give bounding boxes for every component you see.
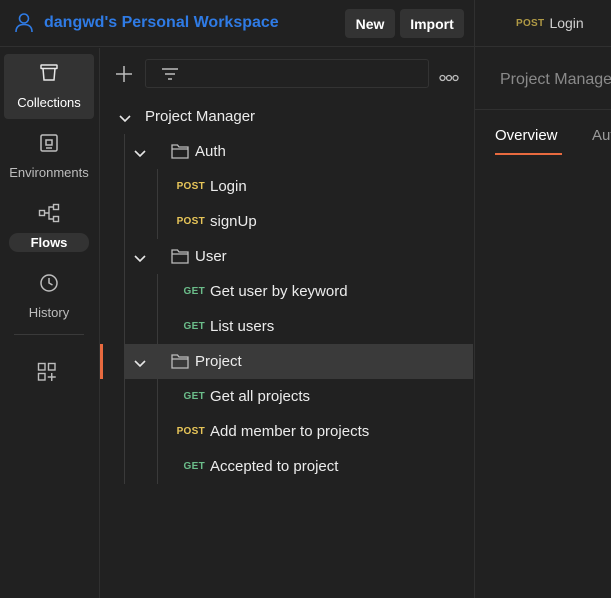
request-tab-method: POST xyxy=(516,17,545,29)
tab-overview[interactable]: Overview xyxy=(495,127,558,144)
chevron-down-icon[interactable] xyxy=(133,251,147,269)
chevron-down-icon[interactable] xyxy=(133,356,147,374)
folder-row-project[interactable]: Project xyxy=(124,344,473,379)
method-badge: POST xyxy=(176,426,205,437)
collection-name: Project Manager xyxy=(145,108,256,125)
rail-label-flows: Flows xyxy=(9,233,89,252)
request-name: Get all projects xyxy=(210,388,311,405)
request-tab-name: Login xyxy=(549,15,584,31)
request-row[interactable]: GET Get user by keyword xyxy=(100,274,474,309)
request-name: Add member to projects xyxy=(210,423,370,440)
request-row[interactable]: POST Login xyxy=(100,169,474,204)
workspace-title[interactable]: dangwd's Personal Workspace xyxy=(44,14,279,32)
rail-label-collections: Collections xyxy=(17,95,81,110)
tab-auth[interactable]: Auth xyxy=(592,127,611,144)
request-row[interactable]: GET Accepted to project xyxy=(100,449,474,484)
more-options-icon[interactable] xyxy=(439,69,459,87)
rail-divider xyxy=(14,334,84,335)
request-name: signUp xyxy=(210,213,257,230)
history-icon xyxy=(39,264,59,298)
method-badge: GET xyxy=(183,286,205,297)
sidebar-rail: Collections Environments Flows History xyxy=(0,48,100,598)
request-row[interactable]: POST Add member to projects xyxy=(100,414,474,449)
collection-row[interactable]: Project Manager xyxy=(100,99,474,134)
method-badge: POST xyxy=(176,216,205,227)
method-badge: GET xyxy=(183,461,205,472)
selection-marker xyxy=(100,344,103,379)
request-row[interactable]: POST signUp xyxy=(100,204,474,239)
rail-label-history: History xyxy=(28,305,70,320)
chevron-down-icon[interactable] xyxy=(118,111,132,129)
folder-icon xyxy=(171,248,189,269)
method-badge: GET xyxy=(183,321,205,332)
breadcrumb[interactable]: Project Manager xyxy=(475,48,611,110)
workspace-header: dangwd's Personal Workspace New Import xyxy=(0,0,474,47)
search-input[interactable] xyxy=(145,59,429,88)
folder-name: Auth xyxy=(195,143,226,160)
collections-icon xyxy=(39,54,59,88)
chevron-down-icon[interactable] xyxy=(133,146,147,164)
request-row[interactable]: GET List users xyxy=(100,309,474,344)
rail-item-history[interactable]: History xyxy=(4,264,94,329)
new-button[interactable]: New xyxy=(345,9,395,38)
folder-name: Project xyxy=(195,353,242,370)
rail-item-environments[interactable]: Environments xyxy=(4,124,94,189)
request-pane: POST Login Project Manager Overview Auth xyxy=(474,0,611,598)
request-name: Accepted to project xyxy=(210,458,339,475)
method-badge: POST xyxy=(176,181,205,192)
method-badge: GET xyxy=(183,391,205,402)
environments-icon xyxy=(39,124,59,158)
collections-panel: Project Manager Auth POST Login POST sig… xyxy=(100,48,474,598)
request-row[interactable]: GET Get all projects xyxy=(100,379,474,414)
folder-icon xyxy=(171,143,189,164)
folder-row-auth[interactable]: Auth xyxy=(100,134,474,169)
rail-label-environments: Environments xyxy=(9,165,89,180)
request-tab[interactable]: POST Login xyxy=(475,0,611,47)
flows-icon xyxy=(38,194,60,228)
import-button[interactable]: Import xyxy=(400,9,464,38)
user-icon xyxy=(14,12,34,34)
folder-row-user[interactable]: User xyxy=(100,239,474,274)
add-collection-icon[interactable] xyxy=(115,65,133,88)
folder-icon xyxy=(171,353,189,374)
sub-tabs: Overview Auth xyxy=(475,111,611,157)
add-workbench-icon[interactable] xyxy=(37,362,57,387)
rail-item-collections[interactable]: Collections xyxy=(4,54,94,119)
request-name: List users xyxy=(210,318,275,335)
filter-icon[interactable] xyxy=(161,66,179,87)
active-tab-indicator xyxy=(495,153,562,155)
request-name: Login xyxy=(210,178,247,195)
rail-item-flows[interactable]: Flows xyxy=(4,194,94,259)
request-name: Get user by keyword xyxy=(210,283,348,300)
folder-name: User xyxy=(195,248,227,265)
